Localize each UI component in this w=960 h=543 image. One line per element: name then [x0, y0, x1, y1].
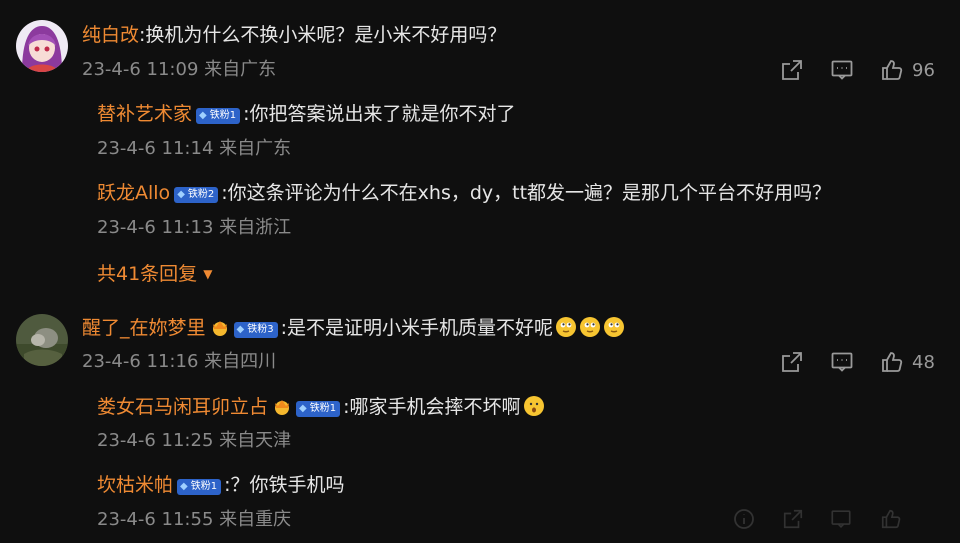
- comment-meta: 23-4-6 11:09 来自广东: [82, 58, 276, 82]
- thinking-emoji-icon: [555, 316, 577, 338]
- more-replies-label: 共41条回复: [97, 263, 198, 285]
- diamond-icon: ◆: [177, 189, 185, 200]
- timestamp: 23-4-6 11:13: [97, 217, 214, 238]
- comment-text: 换机为什么不换小米呢？是小米不好用吗？: [145, 24, 507, 46]
- badge-label: 铁粉1: [309, 403, 337, 414]
- thumbs-up-icon: [880, 508, 902, 530]
- comment-line: 纯白改:换机为什么不换小米呢？是小米不好用吗？: [82, 22, 506, 48]
- reply-username[interactable]: 娄女石马闲耳卯立占: [97, 396, 268, 418]
- comment-text: 是不是证明小米手机质量不好呢: [287, 317, 554, 339]
- reply-username[interactable]: 坎枯米帕: [97, 474, 173, 496]
- fan-badge: ◆ 铁粉2: [174, 187, 219, 203]
- more-replies-link[interactable]: 共41条回复 ▼: [97, 259, 212, 286]
- username[interactable]: 醒了_在妳梦里: [82, 317, 206, 339]
- timestamp: 23-4-6 11:55: [97, 509, 214, 530]
- reply-text: 你这条评论为什么不在xhs，dy，tt都发一遍？是那几个平台不好用吗？: [227, 182, 832, 204]
- timestamp: 23-4-6 11:16: [82, 351, 199, 372]
- location: 来自浙江: [219, 217, 292, 238]
- comment-line: 醒了_在妳梦里 ◆ 铁粉3:是不是证明小米手机质量不好呢: [82, 315, 625, 341]
- location: 来自重庆: [219, 509, 292, 530]
- badge-label: 铁粉2: [187, 189, 215, 200]
- username[interactable]: 纯白改: [82, 24, 139, 46]
- diamond-icon: ◆: [236, 324, 245, 335]
- fan-badge: ◆ 铁粉1: [177, 479, 222, 495]
- reply-meta: 23-4-6 11:14 来自广东: [97, 137, 291, 161]
- avatar[interactable]: [16, 314, 68, 366]
- badge-label: 铁粉1: [190, 481, 218, 492]
- reply-line: 跃龙Allo ◆ 铁粉2:你这条评论为什么不在xhs，dy，tt都发一遍？是那几个平…: [97, 180, 831, 206]
- diamond-icon: ◆: [180, 481, 188, 492]
- thumbs-up-icon: [880, 350, 904, 374]
- fan-badge: ◆ 铁粉3: [233, 322, 278, 338]
- reply-button[interactable]: [830, 58, 854, 82]
- share-button[interactable]: [780, 58, 804, 82]
- reply-line: 娄女石马闲耳卯立占 ◆ 铁粉1:哪家手机会摔不坏啊: [97, 394, 545, 420]
- share-button[interactable]: [780, 350, 804, 374]
- location: 来自四川: [204, 351, 277, 372]
- reply-meta: 23-4-6 11:25 来自天津: [97, 429, 291, 453]
- reply-text: 你把答案说出来了就是你不对了: [249, 103, 516, 125]
- location: 来自广东: [219, 138, 292, 159]
- like-button[interactable]: 96: [880, 58, 935, 82]
- crown-emoji-icon: [272, 396, 292, 415]
- like-button[interactable]: 48: [880, 350, 935, 374]
- diamond-icon: ◆: [299, 403, 307, 414]
- fan-badge: ◆ 铁粉1: [196, 108, 241, 124]
- thinking-emoji-icon: [603, 316, 625, 338]
- like-count: 96: [912, 59, 935, 81]
- share-icon: [782, 508, 804, 530]
- share-icon: [780, 350, 804, 374]
- caret-down-icon: ▼: [203, 267, 213, 281]
- report-button[interactable]: [733, 508, 755, 530]
- share-icon: [780, 58, 804, 82]
- diamond-icon: ◆: [199, 110, 207, 121]
- reply-text: ？你铁手机吗: [230, 474, 345, 496]
- location: 来自天津: [219, 430, 292, 451]
- reply-text: 哪家手机会摔不坏啊: [349, 396, 521, 418]
- fan-badge: ◆ 铁粉1: [296, 401, 341, 417]
- like-button[interactable]: [880, 508, 902, 530]
- reply-username[interactable]: 替补艺术家: [97, 103, 192, 125]
- reply-meta: 23-4-6 11:13 来自浙江: [97, 216, 291, 240]
- thumbs-up-icon: [880, 58, 904, 82]
- reply-username[interactable]: 跃龙Allo: [97, 182, 170, 204]
- reply-line: 替补艺术家 ◆ 铁粉1:你把答案说出来了就是你不对了: [97, 101, 516, 127]
- share-button[interactable]: [782, 508, 804, 530]
- avatar[interactable]: [16, 20, 68, 72]
- comment-icon: [830, 58, 854, 82]
- reply-line: 坎枯米帕 ◆ 铁粉1:？你铁手机吗: [97, 472, 345, 498]
- crown-emoji-icon: [210, 317, 230, 336]
- badge-label: 铁粉1: [209, 110, 237, 121]
- location: 来自广东: [204, 59, 277, 80]
- timestamp: 23-4-6 11:09: [82, 59, 199, 80]
- reply-button[interactable]: [830, 508, 852, 530]
- reply-meta: 23-4-6 11:55 来自重庆: [97, 508, 291, 532]
- comment-icon: [830, 350, 854, 374]
- shushing-emoji-icon: [523, 395, 545, 417]
- badge-label: 铁粉3: [247, 324, 274, 335]
- comment-icon: [830, 508, 852, 530]
- thinking-emoji-icon: [579, 316, 601, 338]
- reply-button[interactable]: [830, 350, 854, 374]
- comment-meta: 23-4-6 11:16 来自四川: [82, 350, 276, 374]
- timestamp: 23-4-6 11:25: [97, 430, 214, 451]
- timestamp: 23-4-6 11:14: [97, 138, 214, 159]
- like-count: 48: [912, 351, 935, 373]
- info-icon: [733, 508, 755, 530]
